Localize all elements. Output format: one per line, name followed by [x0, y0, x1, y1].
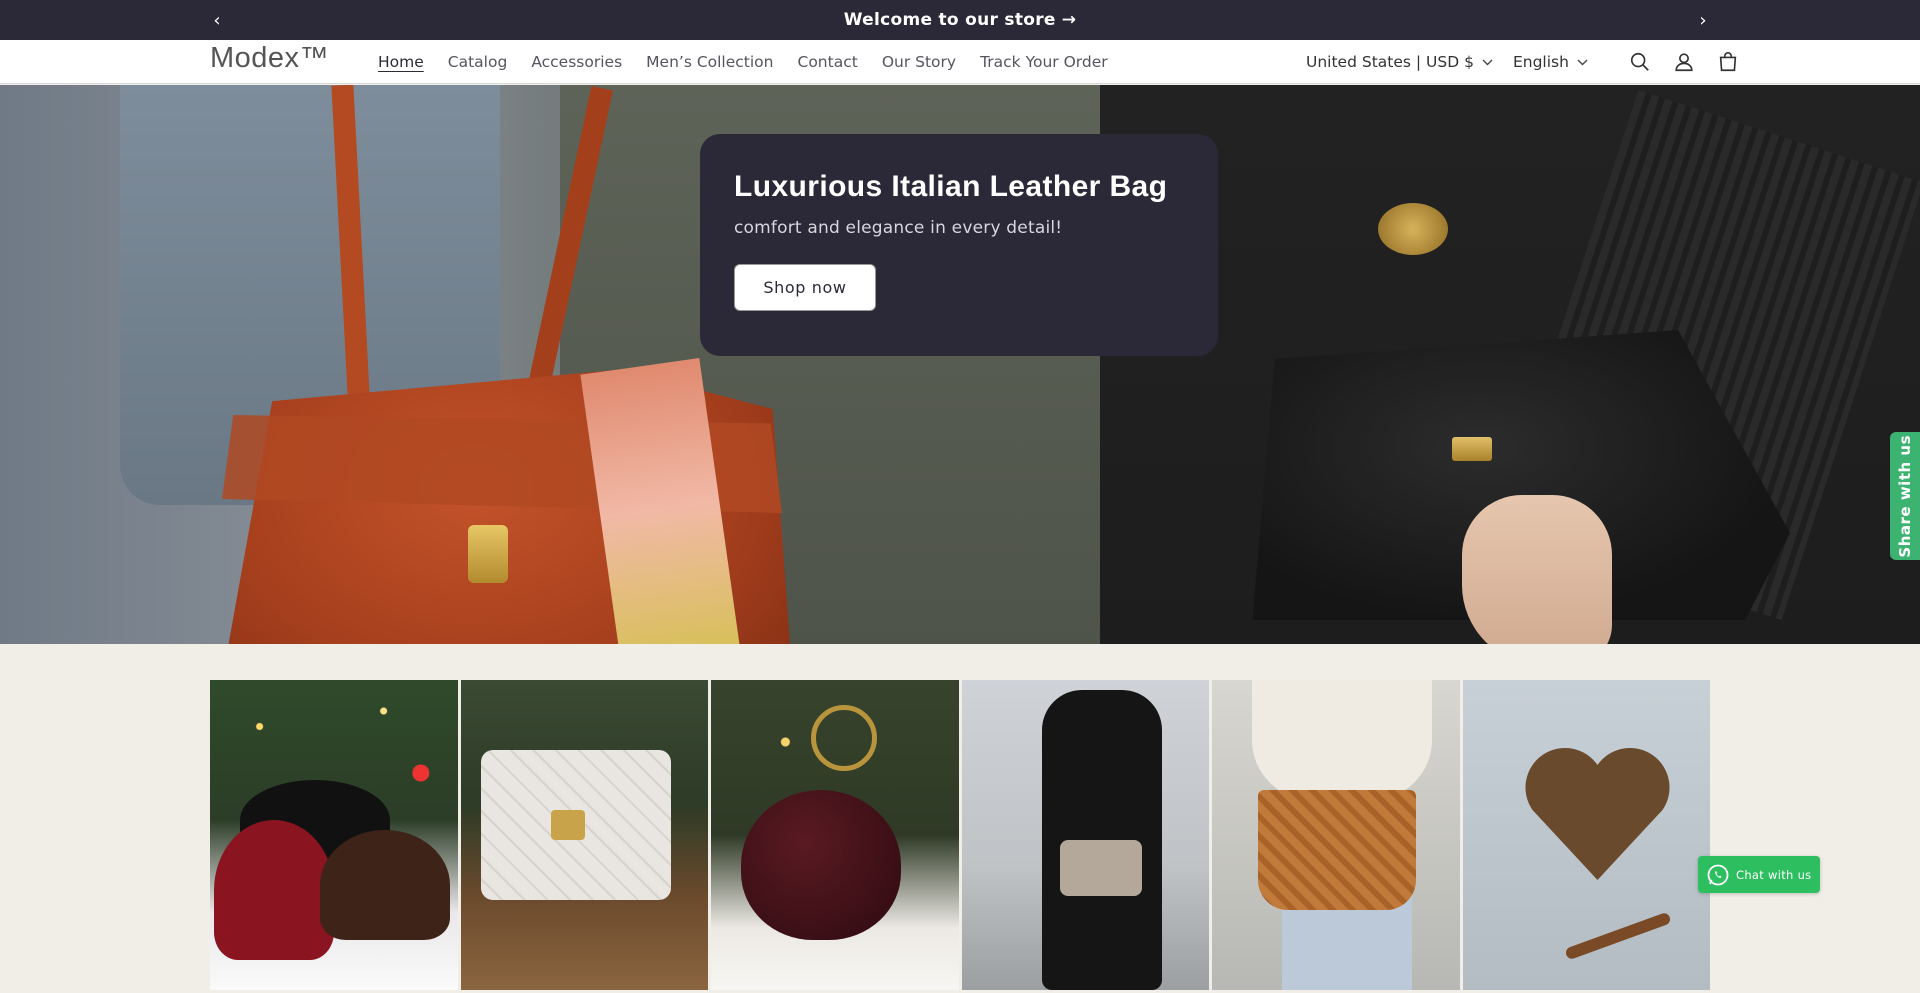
- hero-image-clasp: [1452, 437, 1492, 461]
- nav-item-accessories[interactable]: Accessories: [531, 53, 622, 71]
- hero-image-belt-buckle: [1378, 203, 1448, 255]
- gallery-tile[interactable]: [1462, 680, 1710, 990]
- country-selector[interactable]: United States | USD $: [1306, 53, 1493, 71]
- gallery-tile[interactable]: [460, 680, 708, 990]
- header-utilities: United States | USD $ English: [1306, 40, 1740, 84]
- nav-item-mens-collection[interactable]: Men’s Collection: [646, 53, 773, 71]
- nav-item-catalog[interactable]: Catalog: [448, 53, 508, 71]
- language-selector[interactable]: English: [1513, 53, 1588, 71]
- language-selector-label: English: [1512, 53, 1569, 71]
- account-icon[interactable]: [1672, 50, 1696, 74]
- country-selector-label: United States | USD $: [1306, 53, 1474, 71]
- nav-item-contact[interactable]: Contact: [798, 53, 858, 71]
- search-icon[interactable]: [1628, 50, 1652, 74]
- gallery-tile[interactable]: [1212, 680, 1460, 990]
- chevron-down-icon: [1482, 56, 1493, 69]
- announcement-prev-button[interactable]: ‹: [202, 0, 232, 40]
- announcement-message[interactable]: Welcome to our store →: [844, 10, 1077, 30]
- whatsapp-chat-button[interactable]: Chat with us: [1698, 856, 1820, 893]
- hero-subtitle: comfort and elegance in every detail!: [734, 218, 1063, 238]
- hero-card: Luxurious Italian Leather Bag comfort an…: [700, 134, 1218, 356]
- hero-image-padlock: [468, 525, 508, 583]
- arrow-right-icon: →: [1061, 10, 1077, 30]
- cart-icon[interactable]: [1716, 50, 1740, 74]
- hero-title: Luxurious Italian Leather Bag: [734, 170, 1168, 203]
- announcement-next-button[interactable]: ›: [1688, 0, 1718, 40]
- nav-item-track-order[interactable]: Track Your Order: [980, 53, 1108, 71]
- product-gallery: [210, 680, 1710, 990]
- chat-label: Chat with us: [1736, 867, 1812, 882]
- site-header: Modex™ Home Catalog Accessories Men’s Co…: [0, 40, 1920, 84]
- chevron-down-icon: [1577, 56, 1588, 69]
- whatsapp-icon: [1706, 863, 1730, 887]
- shop-now-button[interactable]: Shop now: [734, 264, 876, 311]
- gallery-tile[interactable]: [961, 680, 1209, 990]
- nav-item-our-story[interactable]: Our Story: [882, 53, 956, 71]
- gallery-tile[interactable]: [210, 680, 458, 990]
- share-tab-label: Share with us: [1896, 434, 1914, 558]
- main-nav: Home Catalog Accessories Men’s Collectio…: [378, 40, 1108, 84]
- store-logo[interactable]: Modex™: [210, 42, 329, 75]
- announcement-text: Welcome to our store: [843, 10, 1056, 30]
- nav-item-home[interactable]: Home: [378, 53, 424, 71]
- hero-image-hand: [1462, 495, 1612, 644]
- gallery-tile[interactable]: [711, 680, 959, 990]
- share-with-us-tab[interactable]: Share with us: [1890, 432, 1920, 560]
- announcement-bar: ‹ Welcome to our store → ›: [0, 0, 1920, 40]
